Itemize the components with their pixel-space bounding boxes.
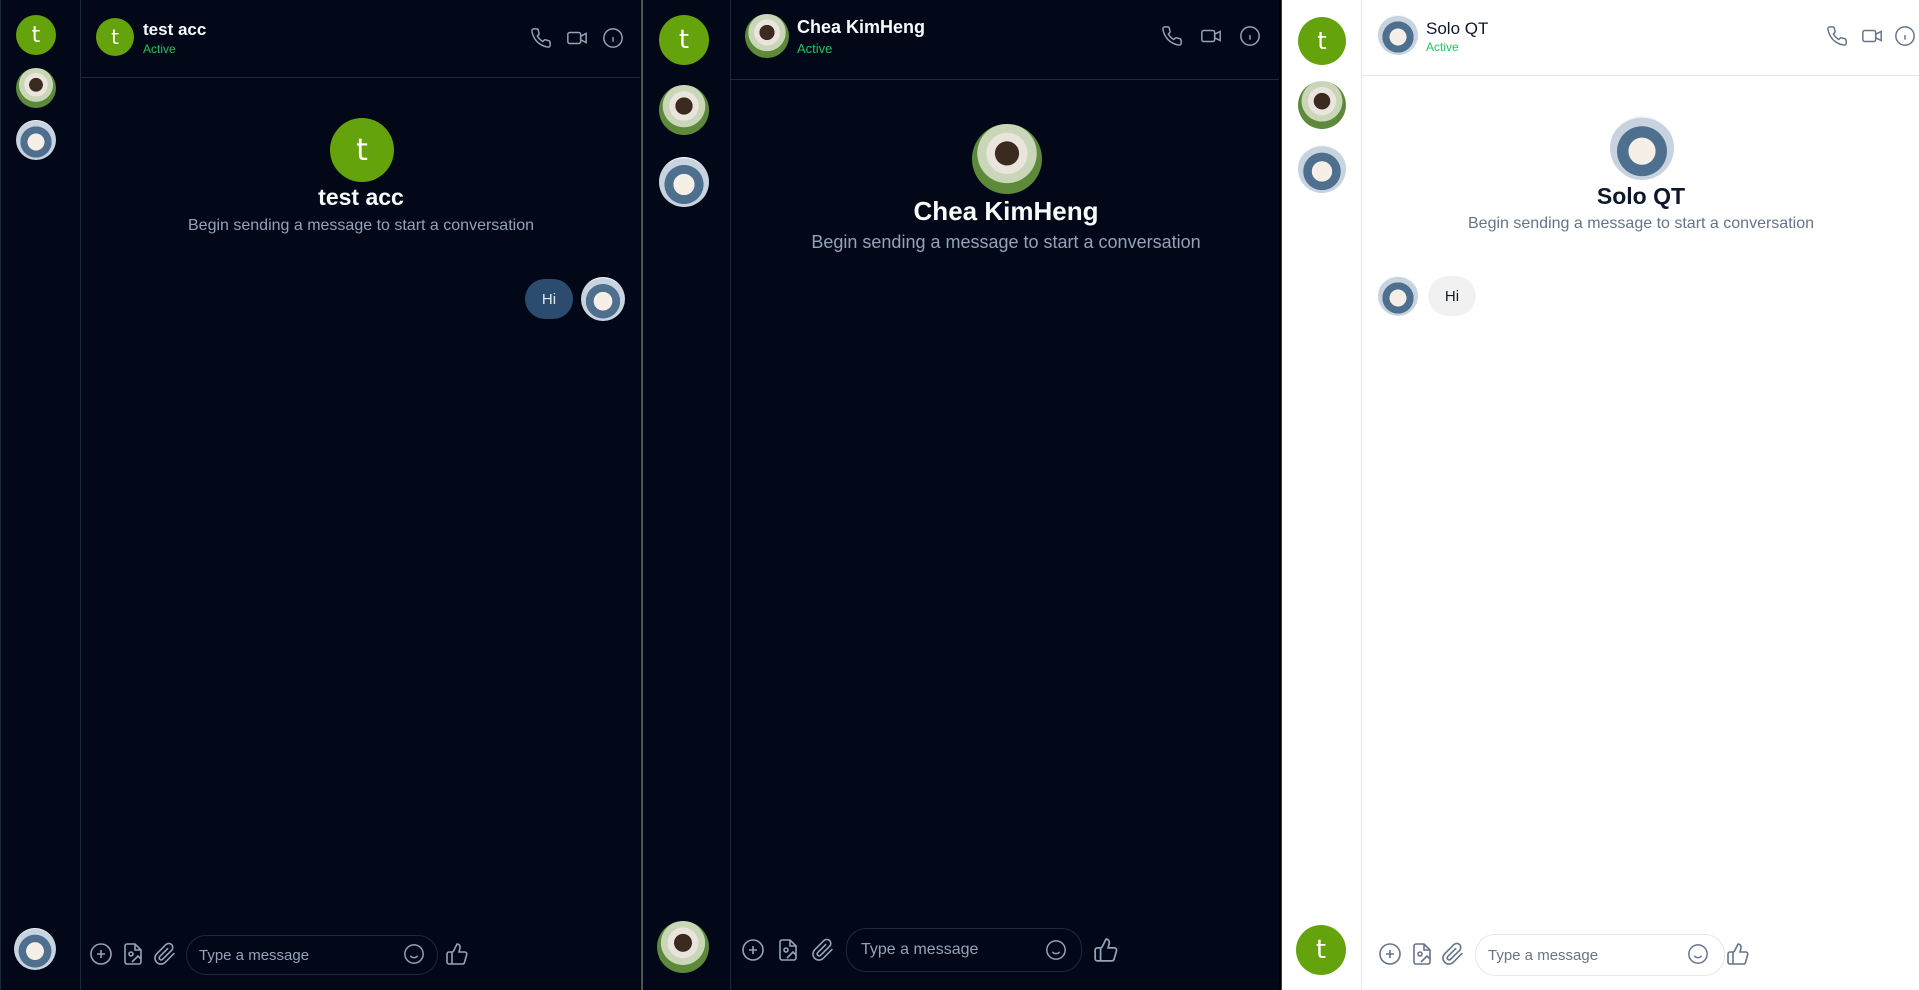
info-icon[interactable] <box>602 27 624 49</box>
header-avatar[interactable] <box>745 14 789 58</box>
message-input[interactable]: Type a message <box>186 935 438 975</box>
video-icon[interactable] <box>1200 25 1222 47</box>
image-icon[interactable] <box>776 938 800 962</box>
chat-window-chea-kimheng: t Chea KimHeng Active Chea KimHeng Begin… <box>641 0 1279 990</box>
conversation-avatar-chea[interactable] <box>659 85 709 135</box>
conversation-rail: t <box>1 0 81 990</box>
chat-header: Solo QT Active <box>1362 0 1919 76</box>
intro-contact-name: test acc <box>318 184 404 210</box>
chat-header: Chea KimHeng Active <box>731 0 1279 80</box>
intro-text: Begin sending a message to start a conve… <box>1468 215 1814 232</box>
video-icon[interactable] <box>566 27 588 49</box>
plus-circle-icon[interactable] <box>741 938 765 962</box>
smile-icon[interactable] <box>1687 943 1709 965</box>
message-input-placeholder: Type a message <box>1488 946 1599 964</box>
header-status: Active <box>1426 40 1459 54</box>
header-contact-name: Chea KimHeng <box>797 17 926 37</box>
header-avatar[interactable] <box>1378 15 1418 55</box>
conversation-rail: t t <box>1282 0 1362 990</box>
current-user-avatar[interactable]: t <box>1296 925 1346 975</box>
intro-avatar <box>972 124 1042 194</box>
message-sender-avatar <box>1378 276 1418 316</box>
conversation-avatar-solo[interactable] <box>16 120 56 160</box>
paperclip-icon[interactable] <box>811 938 835 962</box>
header-contact-name: test acc <box>143 20 207 39</box>
phone-icon[interactable] <box>530 27 552 49</box>
phone-icon[interactable] <box>1826 25 1848 47</box>
intro-contact-name: Chea KimHeng <box>913 196 1099 226</box>
message-input-placeholder: Type a message <box>199 946 310 964</box>
smile-icon[interactable] <box>403 943 425 965</box>
chat-area: Solo QT Active Solo QT Begin sending a m… <box>1362 0 1919 990</box>
intro-avatar: t <box>330 118 394 182</box>
image-icon[interactable] <box>121 942 145 966</box>
conversation-avatar-chea[interactable] <box>1298 81 1346 129</box>
image-icon[interactable] <box>1410 942 1434 966</box>
conversation-avatar-chea[interactable] <box>16 68 56 108</box>
intro-text: Begin sending a message to start a conve… <box>188 217 534 234</box>
smile-icon[interactable] <box>1045 939 1067 961</box>
chat-window-solo-qt: t t Solo QT Active Solo QT Begin sending… <box>1281 0 1919 990</box>
intro-text: Begin sending a message to start a conve… <box>811 232 1201 252</box>
current-user-avatar[interactable] <box>657 921 709 973</box>
info-icon[interactable] <box>1894 25 1916 47</box>
message-bubble-received: Hi <box>1428 276 1476 316</box>
thumbs-up-icon[interactable] <box>1726 942 1750 966</box>
info-icon[interactable] <box>1239 25 1261 47</box>
plus-circle-icon[interactable] <box>89 942 113 966</box>
message-input-placeholder: Type a message <box>861 941 979 958</box>
conversation-avatar-t[interactable]: t <box>16 15 56 55</box>
message-sender-avatar <box>581 277 625 321</box>
header-contact-name: Solo QT <box>1426 19 1489 38</box>
conversation-rail: t <box>643 0 731 990</box>
chat-header: t test acc Active <box>81 0 640 78</box>
paperclip-icon[interactable] <box>1441 942 1465 966</box>
thumbs-up-icon[interactable] <box>445 942 469 966</box>
message-bubble-sent: Hi <box>525 279 573 319</box>
conversation-avatar-t[interactable]: t <box>659 15 709 65</box>
video-icon[interactable] <box>1861 25 1883 47</box>
conversation-avatar-solo[interactable] <box>659 157 709 207</box>
conversation-avatar-t[interactable]: t <box>1298 17 1346 65</box>
conversation-avatar-solo[interactable] <box>1298 145 1346 193</box>
plus-circle-icon[interactable] <box>1378 942 1402 966</box>
header-status: Active <box>797 41 833 56</box>
paperclip-icon[interactable] <box>153 942 177 966</box>
header-status: Active <box>143 42 176 56</box>
chat-window-test-acc: t t test acc Active t test acc Begin sen… <box>0 0 640 990</box>
chat-area: t test acc Active t test acc Begin sendi… <box>81 0 640 990</box>
phone-icon[interactable] <box>1161 25 1183 47</box>
intro-avatar <box>1610 116 1674 180</box>
intro-contact-name: Solo QT <box>1596 183 1686 209</box>
thumbs-up-icon[interactable] <box>1093 937 1119 963</box>
header-avatar[interactable]: t <box>96 18 134 56</box>
current-user-avatar[interactable] <box>14 928 56 970</box>
chat-area: Chea KimHeng Active Chea KimHeng Begin s… <box>731 0 1279 990</box>
